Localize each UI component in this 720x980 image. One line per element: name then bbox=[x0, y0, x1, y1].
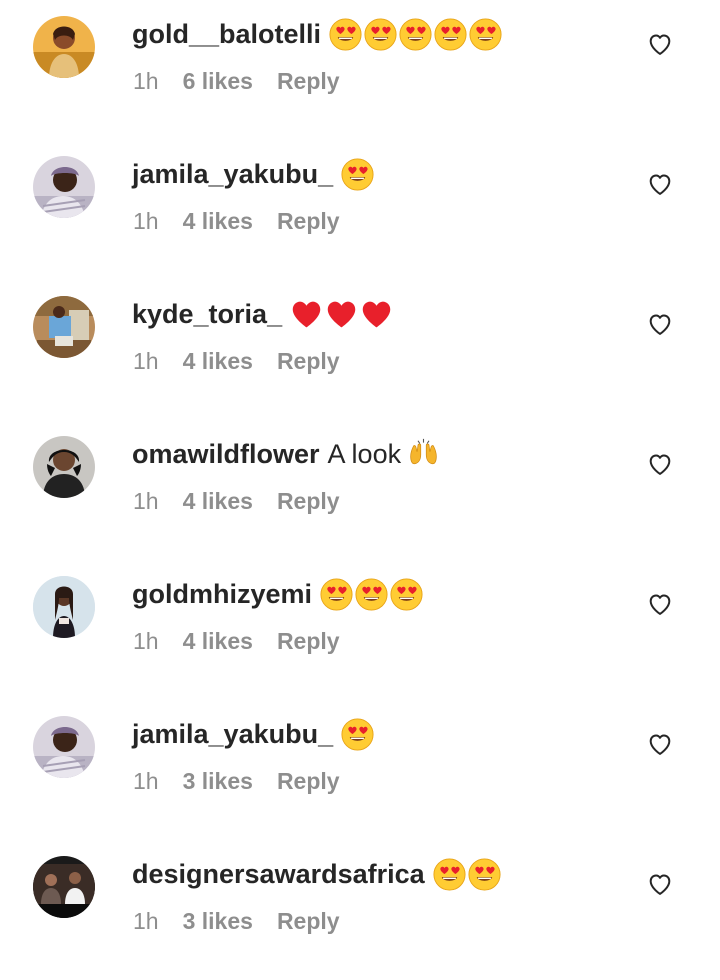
comment-item: jamila_yakubu_ 1h 4 likes Reply bbox=[0, 140, 720, 280]
heart-eyes-emoji bbox=[364, 17, 397, 51]
timestamp: 1h bbox=[133, 487, 159, 514]
comment-body: omawildflower A look bbox=[132, 434, 442, 474]
avatar[interactable] bbox=[33, 156, 95, 218]
likes-count-link[interactable]: 4 likes bbox=[183, 628, 253, 655]
heart-eyes-emoji bbox=[390, 577, 423, 611]
username-link[interactable]: kyde_toria_ bbox=[132, 299, 282, 330]
comment-emojis bbox=[290, 298, 395, 331]
raising-hands-emoji bbox=[407, 438, 440, 471]
timestamp: 1h bbox=[133, 67, 159, 94]
heart-eyes-emoji bbox=[329, 17, 362, 51]
likes-count-link[interactable]: 4 likes bbox=[183, 488, 253, 515]
comment-body: gold__balotelli bbox=[132, 14, 504, 54]
comment-emojis bbox=[433, 857, 503, 891]
avatar[interactable] bbox=[33, 16, 95, 78]
comment-body: kyde_toria_ bbox=[132, 294, 395, 334]
comment-text: A look bbox=[327, 438, 402, 469]
likes-count-link[interactable]: 4 likes bbox=[183, 348, 253, 375]
red-heart-emoji bbox=[360, 298, 393, 331]
comment-meta: 1h 6 likes Reply bbox=[133, 66, 340, 96]
username-link[interactable]: jamila_yakubu_ bbox=[132, 719, 333, 750]
comment-emojis bbox=[329, 17, 504, 51]
avatar[interactable] bbox=[33, 716, 95, 778]
comment-meta: 1h 3 likes Reply bbox=[133, 766, 340, 796]
comment-emojis bbox=[407, 438, 442, 471]
username-link[interactable]: jamila_yakubu_ bbox=[132, 159, 333, 190]
comment-meta: 1h 4 likes Reply bbox=[133, 206, 340, 236]
heart-eyes-emoji bbox=[341, 717, 374, 751]
timestamp: 1h bbox=[133, 207, 159, 234]
username-link[interactable]: omawildflower bbox=[132, 439, 320, 470]
avatar[interactable] bbox=[33, 856, 95, 918]
comment-item: jamila_yakubu_ 1h 3 likes Reply bbox=[0, 700, 720, 840]
reply-button[interactable]: Reply bbox=[277, 68, 340, 95]
heart-outline-icon[interactable] bbox=[646, 170, 674, 198]
heart-eyes-emoji bbox=[341, 157, 374, 191]
heart-outline-icon[interactable] bbox=[646, 870, 674, 898]
heart-eyes-emoji bbox=[320, 577, 353, 611]
reply-button[interactable]: Reply bbox=[277, 208, 340, 235]
comment-body: jamila_yakubu_ bbox=[132, 714, 376, 754]
comment-item: omawildflower A look 1h 4 likes Reply bbox=[0, 420, 720, 560]
username-link[interactable]: designersawardsafrica bbox=[132, 859, 425, 890]
heart-eyes-emoji bbox=[434, 17, 467, 51]
comment-emojis bbox=[341, 157, 376, 191]
reply-button[interactable]: Reply bbox=[277, 488, 340, 515]
heart-outline-icon[interactable] bbox=[646, 450, 674, 478]
comment-emojis bbox=[341, 717, 376, 751]
avatar[interactable] bbox=[33, 296, 95, 358]
comment-meta: 1h 4 likes Reply bbox=[133, 626, 340, 656]
comment-item: kyde_toria_ 1h 4 likes Reply bbox=[0, 280, 720, 420]
comment-body: goldmhizyemi bbox=[132, 574, 425, 614]
timestamp: 1h bbox=[133, 347, 159, 374]
heart-eyes-emoji bbox=[433, 857, 466, 891]
comment-body: jamila_yakubu_ bbox=[132, 154, 376, 194]
reply-button[interactable]: Reply bbox=[277, 908, 340, 935]
likes-count-link[interactable]: 4 likes bbox=[183, 208, 253, 235]
heart-eyes-emoji bbox=[355, 577, 388, 611]
comment-item: gold__balotelli 1h 6 likes Reply bbox=[0, 0, 720, 140]
likes-count-link[interactable]: 3 likes bbox=[183, 908, 253, 935]
heart-outline-icon[interactable] bbox=[646, 590, 674, 618]
timestamp: 1h bbox=[133, 627, 159, 654]
comment-emojis bbox=[320, 577, 425, 611]
reply-button[interactable]: Reply bbox=[277, 628, 340, 655]
red-heart-emoji bbox=[325, 298, 358, 331]
heart-outline-icon[interactable] bbox=[646, 310, 674, 338]
heart-eyes-emoji bbox=[399, 17, 432, 51]
timestamp: 1h bbox=[133, 767, 159, 794]
username-link[interactable]: goldmhizyemi bbox=[132, 579, 312, 610]
red-heart-emoji bbox=[290, 298, 323, 331]
comment-body: designersawardsafrica bbox=[132, 854, 503, 894]
comment-meta: 1h 4 likes Reply bbox=[133, 486, 340, 516]
comment-meta: 1h 4 likes Reply bbox=[133, 346, 340, 376]
likes-count-link[interactable]: 3 likes bbox=[183, 768, 253, 795]
avatar[interactable] bbox=[33, 436, 95, 498]
reply-button[interactable]: Reply bbox=[277, 348, 340, 375]
likes-count-link[interactable]: 6 likes bbox=[183, 68, 253, 95]
comment-item: designersawardsafrica 1h 3 likes Reply bbox=[0, 840, 720, 980]
timestamp: 1h bbox=[133, 907, 159, 934]
comment-meta: 1h 3 likes Reply bbox=[133, 906, 340, 936]
heart-outline-icon[interactable] bbox=[646, 30, 674, 58]
heart-eyes-emoji bbox=[468, 857, 501, 891]
username-link[interactable]: gold__balotelli bbox=[132, 19, 321, 50]
reply-button[interactable]: Reply bbox=[277, 768, 340, 795]
avatar[interactable] bbox=[33, 576, 95, 638]
heart-eyes-emoji bbox=[469, 17, 502, 51]
comment-item: goldmhizyemi 1h 4 likes Reply bbox=[0, 560, 720, 700]
heart-outline-icon[interactable] bbox=[646, 730, 674, 758]
